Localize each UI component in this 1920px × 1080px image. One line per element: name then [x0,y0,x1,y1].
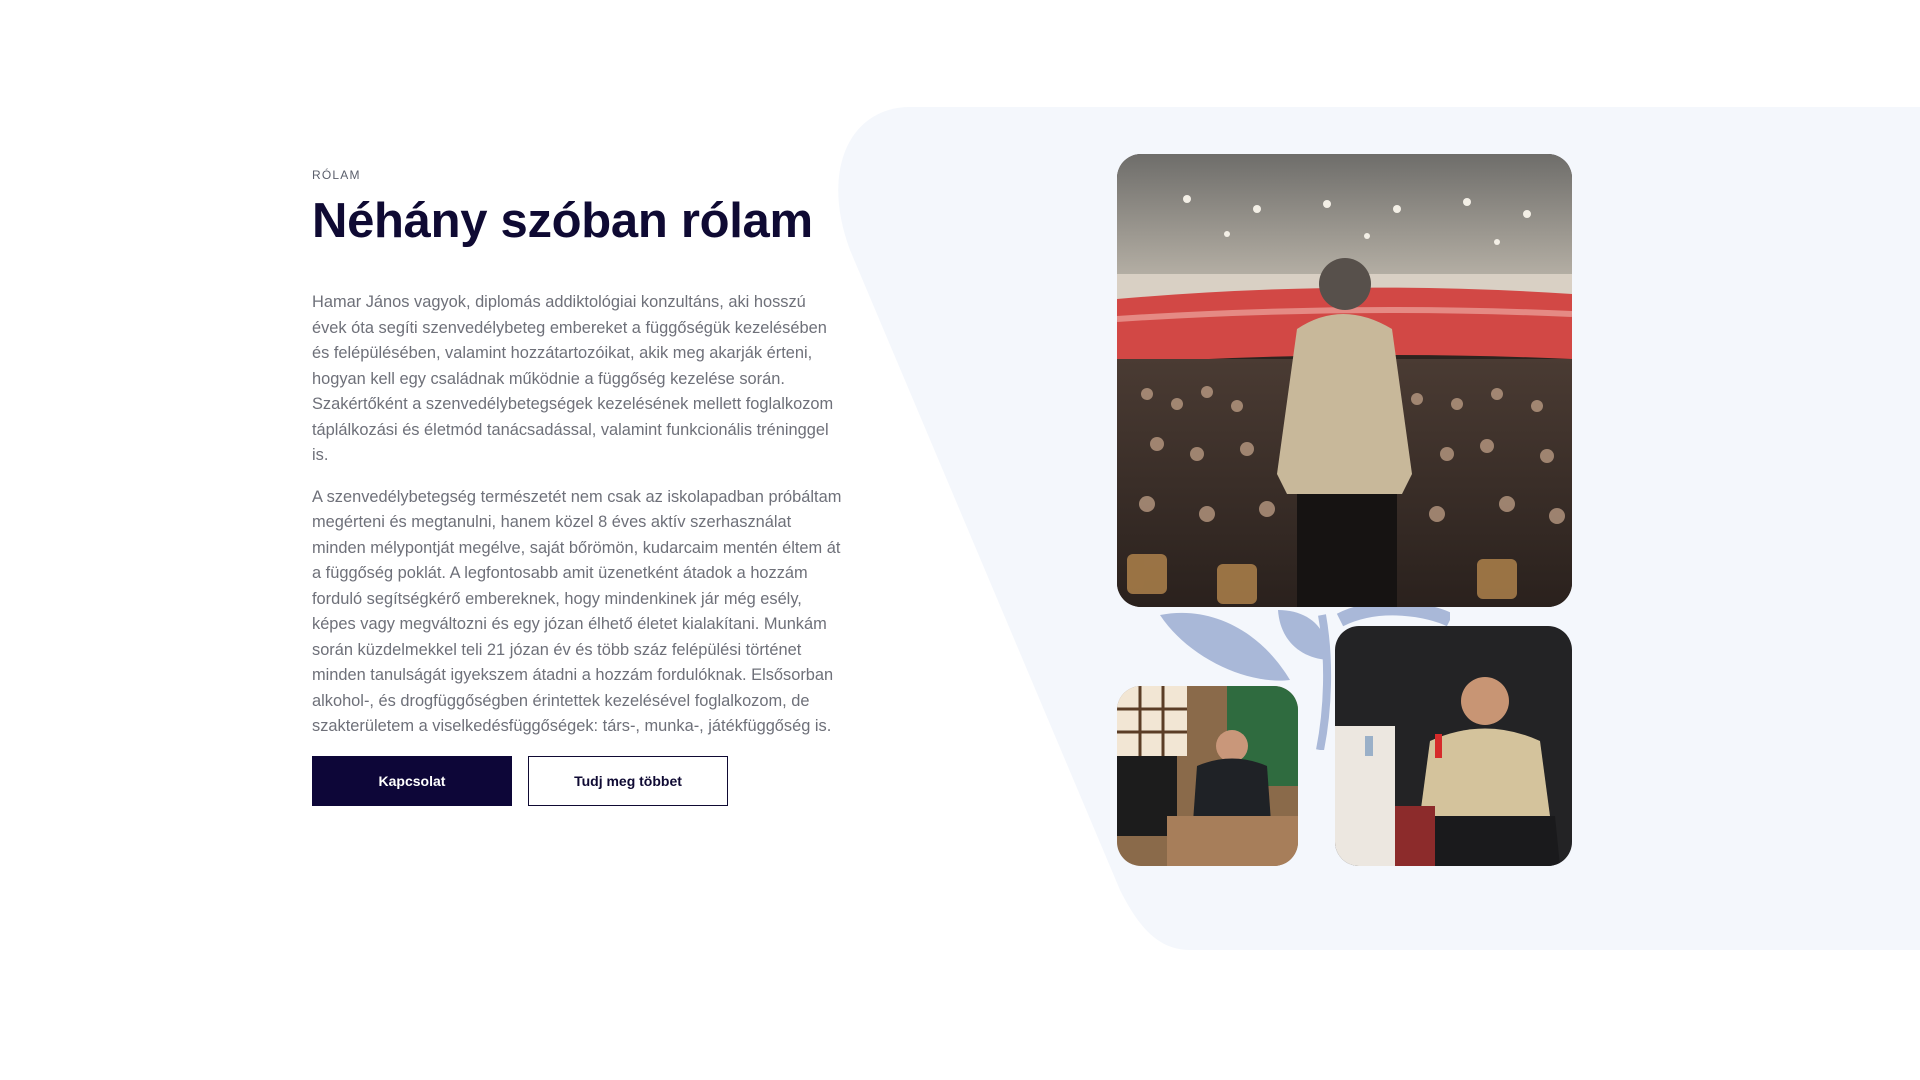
section-title: Néhány szóban rólam [312,194,813,248]
section-eyebrow: RÓLAM [312,168,361,182]
learn-more-button[interactable]: Tudj meg többet [528,755,728,806]
about-paragraph-1: Hamar János vagyok, diplomás addiktológi… [312,293,834,464]
contact-button[interactable]: Kapcsolat [312,755,512,806]
background-shape [838,107,1920,950]
about-section: RÓLAM Néhány szóban rólam Hamar János va… [0,0,1920,1080]
man-at-table-photo [1117,686,1298,866]
button-group: Kapcsolat Tudj meg többet [312,755,842,806]
speaker-on-stage-photo [1117,154,1572,607]
man-with-microphone-photo [1335,626,1572,866]
about-text-column: RÓLAM Néhány szóban rólam Hamar János va… [312,168,842,806]
about-paragraph-2: A szenvedélybetegség természetét nem csa… [312,487,842,736]
